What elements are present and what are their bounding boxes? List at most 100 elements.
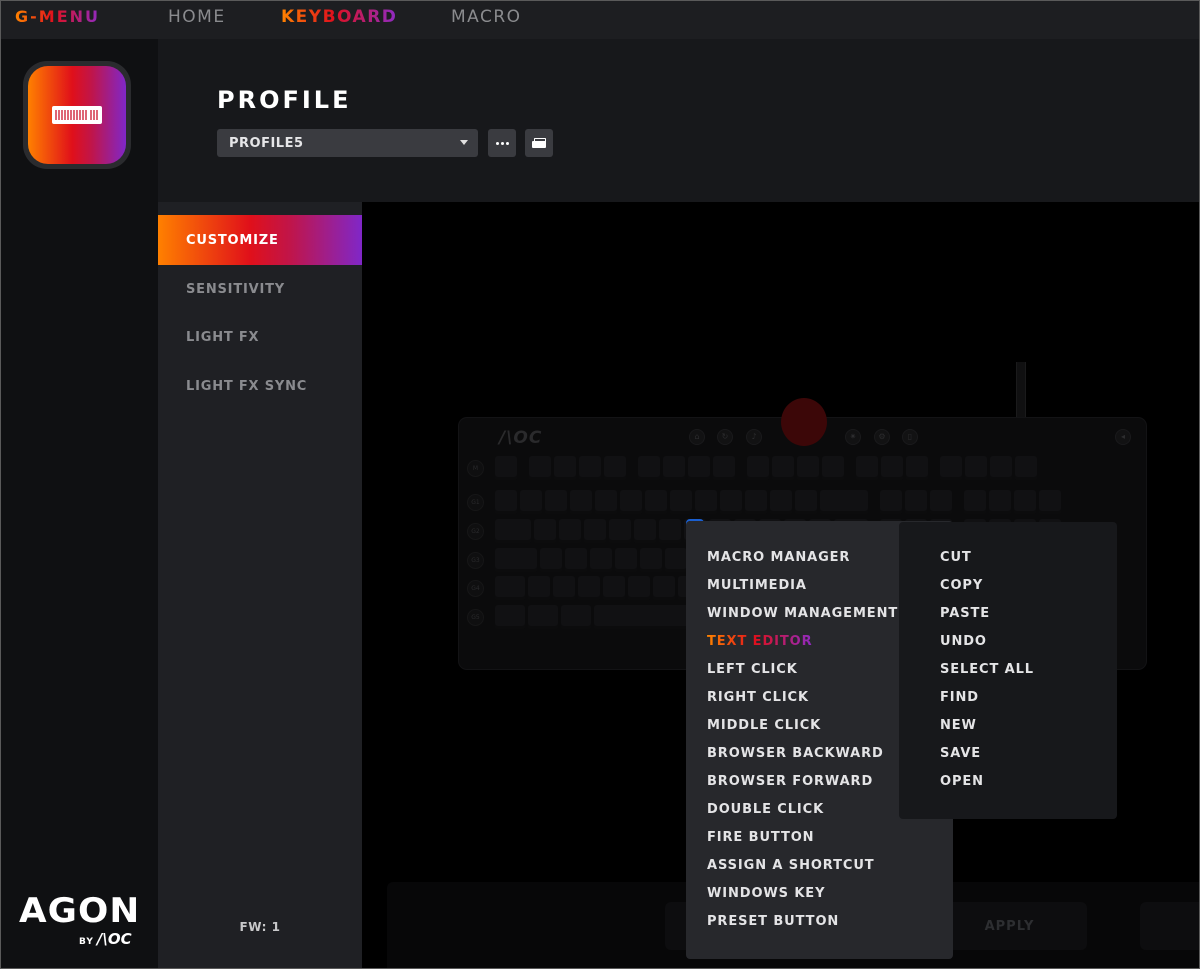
keycap[interactable]	[653, 576, 675, 600]
g-key-1[interactable]: G1	[467, 494, 484, 511]
g-key-3[interactable]: G3	[467, 552, 484, 569]
keycap[interactable]	[880, 490, 902, 514]
keycap[interactable]	[495, 548, 537, 572]
keycap[interactable]	[534, 519, 556, 543]
extra-button[interactable]	[1140, 902, 1199, 950]
keycap[interactable]	[495, 576, 525, 600]
keycap[interactable]	[528, 605, 558, 629]
submenu-item-save[interactable]: SAVE	[940, 746, 981, 761]
sidebar-item-customize[interactable]: CUSTOMIZE	[158, 215, 362, 265]
keycap[interactable]	[529, 456, 551, 480]
submenu-item-find[interactable]: FIND	[940, 690, 979, 705]
keycap[interactable]	[495, 490, 517, 514]
keycap[interactable]	[495, 519, 531, 543]
submenu-item-paste[interactable]: PASTE	[940, 606, 990, 621]
keycap[interactable]	[905, 490, 927, 514]
keycap[interactable]	[720, 490, 742, 514]
keycap[interactable]	[609, 519, 631, 543]
keycap[interactable]	[640, 548, 662, 572]
keycap[interactable]	[559, 519, 581, 543]
nav-g-menu[interactable]: G-MENU	[15, 7, 100, 26]
menu-item-text-editor[interactable]: TEXT EDITOR	[707, 634, 813, 649]
menu-item-preset-button[interactable]: PRESET BUTTON	[707, 914, 839, 929]
g-key-2[interactable]: G2	[467, 523, 484, 540]
keycap[interactable]	[1014, 490, 1036, 514]
keycap[interactable]	[989, 490, 1011, 514]
keycap[interactable]	[590, 548, 612, 572]
keycap[interactable]	[665, 548, 687, 572]
nav-keyboard[interactable]: KEYBOARD	[281, 7, 397, 27]
keycap[interactable]	[663, 456, 685, 480]
keycap[interactable]	[820, 490, 868, 514]
keycap[interactable]	[561, 605, 591, 629]
submenu-item-open[interactable]: OPEN	[940, 774, 984, 789]
keycap[interactable]	[645, 490, 667, 514]
submenu-item-cut[interactable]: CUT	[940, 550, 972, 565]
keycap[interactable]	[638, 456, 660, 480]
keycap[interactable]	[604, 456, 626, 480]
keycap[interactable]	[747, 456, 769, 480]
sidebar-item-light-fx[interactable]: LIGHT FX	[158, 312, 362, 362]
apply-button[interactable]: APPLY	[932, 902, 1087, 950]
submenu-item-undo[interactable]: UNDO	[940, 634, 987, 649]
menu-item-multimedia[interactable]: MULTIMEDIA	[707, 578, 807, 593]
nav-macro[interactable]: MACRO	[451, 7, 522, 27]
keycap[interactable]	[965, 456, 987, 480]
submenu-item-copy[interactable]: COPY	[940, 578, 983, 593]
submenu-item-select-all[interactable]: SELECT ALL	[940, 662, 1034, 677]
menu-item-middle-click[interactable]: MIDDLE CLICK	[707, 718, 821, 733]
keycap[interactable]	[1039, 490, 1061, 514]
keycap[interactable]	[797, 456, 819, 480]
keycap[interactable]	[628, 576, 650, 600]
volume-dial[interactable]	[781, 398, 827, 446]
profile-select[interactable]: PROFILE5	[217, 129, 478, 157]
sidebar-item-light-fx-sync[interactable]: LIGHT FX SYNC	[158, 361, 362, 411]
menu-item-browser-backward[interactable]: BROWSER BACKWARD	[707, 746, 884, 761]
keycap[interactable]	[713, 456, 735, 480]
keycap[interactable]	[940, 456, 962, 480]
keycap[interactable]	[659, 519, 681, 543]
profile-folder-button[interactable]	[525, 129, 553, 157]
menu-item-browser-forward[interactable]: BROWSER FORWARD	[707, 774, 873, 789]
profile-more-button[interactable]	[488, 129, 516, 157]
keycap[interactable]	[554, 456, 576, 480]
keycap[interactable]	[745, 490, 767, 514]
g-key-5[interactable]: G5	[467, 609, 484, 626]
keycap[interactable]	[495, 456, 517, 480]
menu-item-windows-key[interactable]: WINDOWS KEY	[707, 886, 825, 901]
keycap[interactable]	[906, 456, 928, 480]
menu-item-macro-manager[interactable]: MACRO MANAGER	[707, 550, 850, 565]
keycap[interactable]	[540, 548, 562, 572]
keycap[interactable]	[770, 490, 792, 514]
keycap[interactable]	[688, 456, 710, 480]
keycap[interactable]	[822, 456, 844, 480]
keycap[interactable]	[990, 456, 1012, 480]
g-key-m[interactable]: M	[467, 460, 484, 477]
menu-item-left-click[interactable]: LEFT CLICK	[707, 662, 798, 677]
keycap[interactable]	[634, 519, 656, 543]
menu-item-window-management[interactable]: WINDOW MANAGEMENT	[707, 606, 898, 621]
keycap[interactable]	[615, 548, 637, 572]
keycap[interactable]	[570, 490, 592, 514]
menu-item-fire-button[interactable]: FIRE BUTTON	[707, 830, 814, 845]
menu-item-double-click[interactable]: DOUBLE CLICK	[707, 802, 824, 817]
g-key-4[interactable]: G4	[467, 580, 484, 597]
nav-home[interactable]: HOME	[168, 7, 226, 27]
keycap[interactable]	[1015, 456, 1037, 480]
keycap[interactable]	[520, 490, 542, 514]
keycap[interactable]	[795, 490, 817, 514]
keycap[interactable]	[495, 605, 525, 629]
device-tile-keyboard[interactable]	[23, 61, 131, 169]
keycap[interactable]	[603, 576, 625, 600]
keycap[interactable]	[553, 576, 575, 600]
keycap[interactable]	[620, 490, 642, 514]
keycap[interactable]	[964, 490, 986, 514]
keycap[interactable]	[670, 490, 692, 514]
menu-item-right-click[interactable]: RIGHT CLICK	[707, 690, 809, 705]
menu-item-assign-shortcut[interactable]: ASSIGN A SHORTCUT	[707, 858, 875, 873]
keycap[interactable]	[772, 456, 794, 480]
keycap[interactable]	[578, 576, 600, 600]
keycap[interactable]	[584, 519, 606, 543]
submenu-item-new[interactable]: NEW	[940, 718, 977, 733]
keycap[interactable]	[595, 490, 617, 514]
